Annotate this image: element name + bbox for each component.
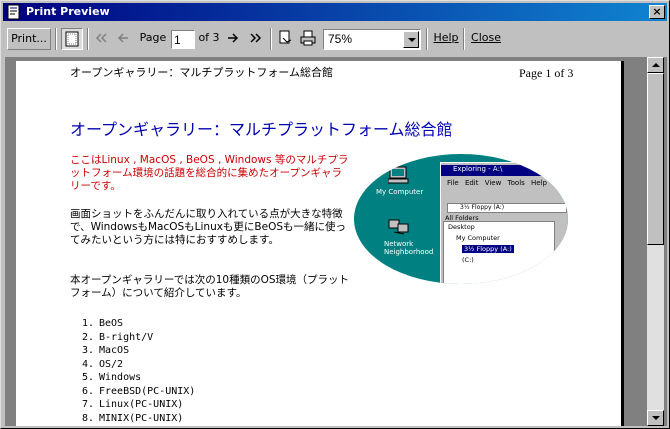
scrollbar-thumb[interactable] xyxy=(647,73,664,245)
zoom-select[interactable]: 75% xyxy=(323,29,421,50)
last-page-icon xyxy=(250,33,262,43)
zoom-value: 75% xyxy=(328,32,353,46)
tree-c-drive: (C:) xyxy=(462,256,474,264)
preview-page: オープンギャラリー：マルチプラットフォーム総合館 Page 1 of 3 オープ… xyxy=(16,61,624,426)
my-computer-label: My Computer xyxy=(376,188,424,196)
print-icon xyxy=(300,30,316,46)
print-button-label: Print... xyxy=(11,32,47,45)
os-list: 1. BeOS 2. B-right/V 3. MacOS 4. OS/2 5. Wind… xyxy=(78,317,195,425)
intro-text: ここはLinux , MacOS , BeOS , Windows 等のマルチプ… xyxy=(70,154,349,192)
document-heading: オープンギャラリー：マルチプラットフォーム総合館 xyxy=(70,120,453,139)
close-button[interactable]: Close xyxy=(469,28,503,50)
print-button[interactable]: Print... xyxy=(7,28,51,50)
toolbar-separator xyxy=(87,28,89,50)
network-icon xyxy=(388,219,409,235)
list-item: 3. MacOS xyxy=(81,345,130,356)
help-button-label: Help xyxy=(433,31,459,44)
page-setup-button[interactable] xyxy=(275,28,295,50)
window-close-button[interactable]: × xyxy=(649,5,665,19)
page-header-number: Page 1 of 3 xyxy=(519,66,574,80)
chevron-down-icon[interactable] xyxy=(403,31,419,48)
toolbar-separator xyxy=(270,28,272,50)
feature-paragraph: 画面ショットをふんだんに取り入れている点が大きな特徴で、WindowsもMacO… xyxy=(70,208,347,246)
tree-desktop: Desktop xyxy=(448,223,475,231)
preview-viewport[interactable]: オープンギャラリー：マルチプラットフォーム総合館 Page 1 of 3 オープ… xyxy=(5,57,667,426)
last-page-button[interactable] xyxy=(246,28,266,50)
first-page-icon xyxy=(95,33,107,43)
toolbar-separator xyxy=(55,28,57,50)
page-count-text: of 3 xyxy=(198,31,220,44)
list-item: 7. Linux(PC-UNIX) xyxy=(81,399,184,410)
close-button-label: Close xyxy=(471,31,501,44)
one-page-icon xyxy=(65,31,79,47)
list-item: 6. FreeBSD(PC-UNIX) xyxy=(81,385,196,397)
desktop-screenshot-image: My Computer Network Neighborhood Explori… xyxy=(354,154,568,284)
prev-page-icon xyxy=(117,33,128,43)
scroll-up-icon[interactable] xyxy=(647,57,664,73)
network-label: Network Neighborhood xyxy=(384,240,434,256)
page-label: Page xyxy=(137,28,169,50)
print-preview-window: Print Preview × Print... Page 1 of 3 75%… xyxy=(0,0,670,429)
print-preview-app-icon xyxy=(7,4,20,20)
window-title: Print Preview xyxy=(26,5,110,18)
explorer-menu: File Edit View Tools Help xyxy=(447,179,547,187)
tree-floppy: 3½ Floppy (A:) xyxy=(462,245,514,253)
scroll-down-icon[interactable] xyxy=(647,410,664,426)
one-page-button[interactable] xyxy=(61,28,83,50)
list-item: 1. BeOS xyxy=(81,318,124,329)
vertical-scrollbar[interactable] xyxy=(647,57,664,426)
help-button[interactable]: Help xyxy=(431,28,461,50)
page-count-label: of 3 xyxy=(197,28,221,50)
toolbar-separator xyxy=(463,28,465,50)
list-item: 5. Windows xyxy=(81,372,142,383)
first-page-button[interactable] xyxy=(91,28,111,50)
list-item: 2. B-right/V xyxy=(81,331,154,343)
prev-page-button[interactable] xyxy=(113,28,133,50)
toolbar: Print... Page of 3 xyxy=(3,23,667,55)
page-label-text: Page xyxy=(139,31,167,44)
next-page-icon xyxy=(228,33,239,43)
folder-tree: Desktop My Computer 3½ Floppy (A:) (C:) xyxy=(443,221,555,284)
page-number-input[interactable] xyxy=(171,30,195,49)
explorer-window: Exploring - A:\ File Edit View Tools Hel… xyxy=(440,162,568,284)
my-computer-icon xyxy=(388,166,409,184)
list-item: 4. OS/2 xyxy=(81,358,124,370)
os-intro-paragraph: 本オープンギャラリーでは次の10種類のOS環境（プラットフォーム）について紹介し… xyxy=(70,274,350,299)
list-item: 8. MINIX(PC-UNIX) xyxy=(81,412,184,424)
page-header-title: オープンギャラリー：マルチプラットフォーム総合館 xyxy=(70,66,334,79)
toolbar-separator xyxy=(426,28,428,50)
next-page-button[interactable] xyxy=(223,28,243,50)
page-setup-icon xyxy=(279,30,292,44)
explorer-address: 3½ Floppy (A:) xyxy=(447,203,567,213)
title-bar[interactable]: Print Preview × xyxy=(3,3,667,21)
printer-button[interactable] xyxy=(298,28,318,50)
explorer-title: Exploring - A:\ xyxy=(441,165,568,176)
tree-my-computer: My Computer xyxy=(456,234,500,242)
